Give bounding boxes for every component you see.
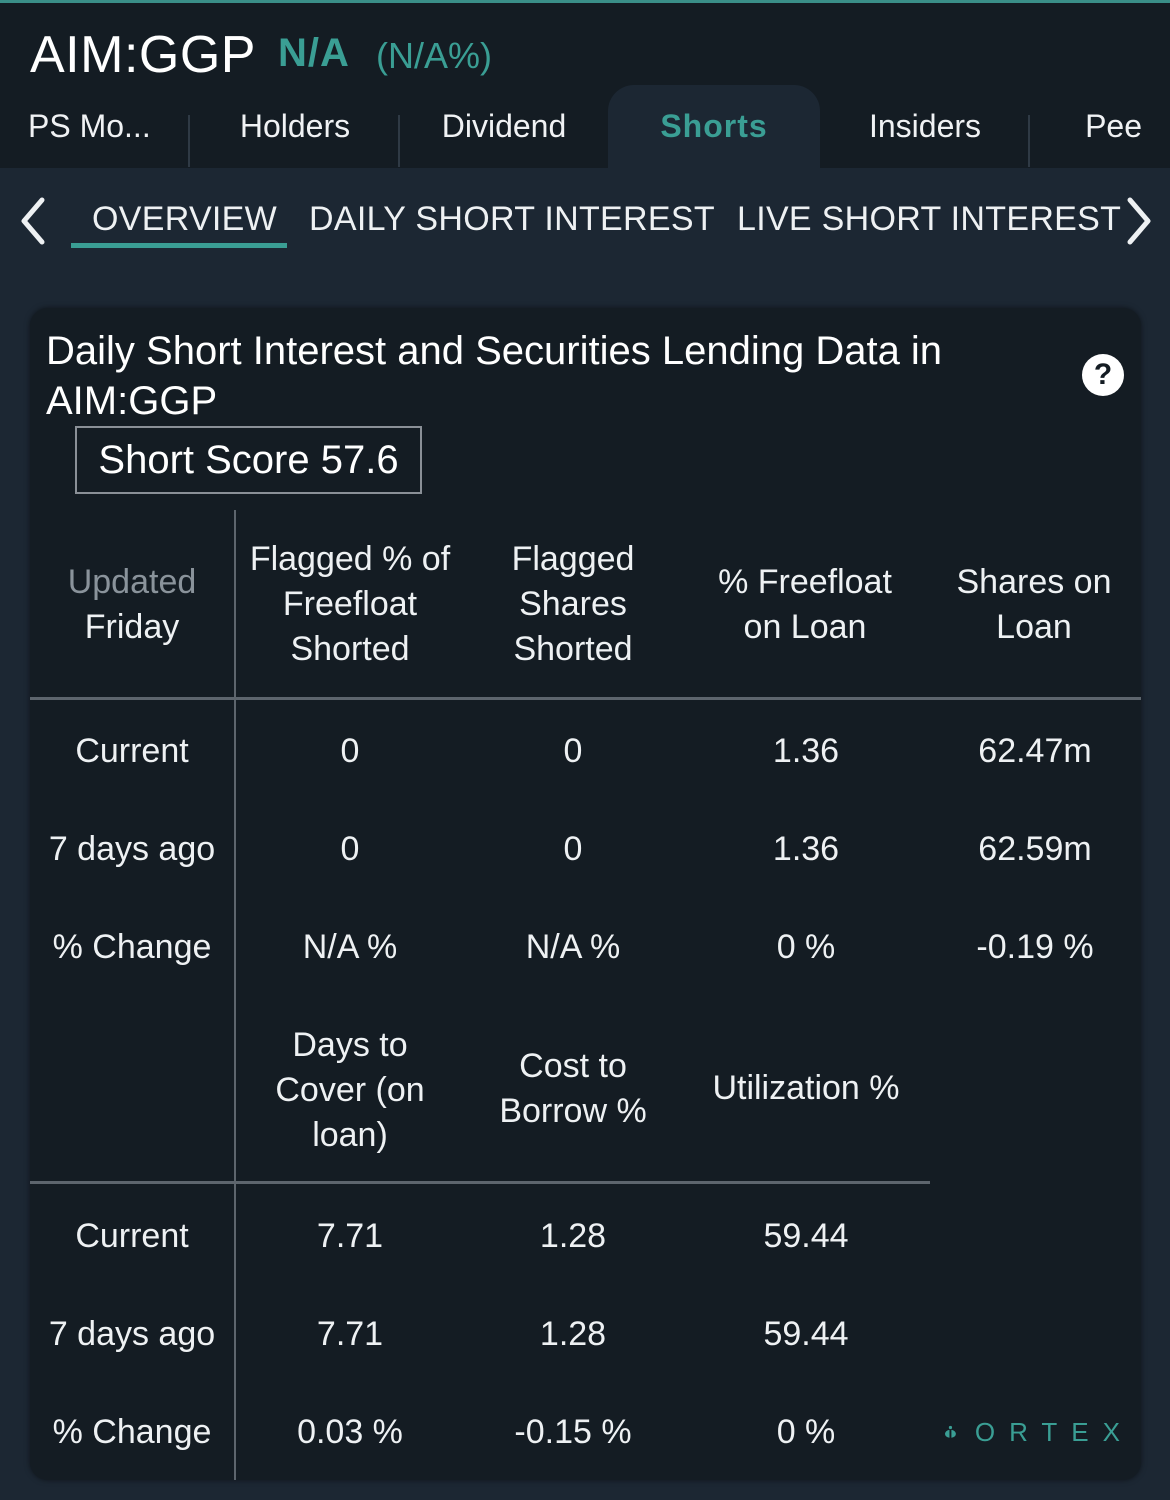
ticker-symbol: AIM:GGP: [30, 26, 256, 84]
table-cell: -0.19 %: [976, 927, 1094, 966]
table-cell: 1.36: [772, 829, 840, 868]
tab-label: Pee: [1085, 108, 1142, 144]
row-label: 7 days ago: [48, 1314, 216, 1353]
row-label: % Change: [52, 1412, 212, 1451]
ortex-logo: ORTEX: [944, 1408, 1134, 1456]
table-cell: 0 %: [776, 1412, 836, 1451]
tab-label: Shorts: [660, 108, 768, 144]
column-header: Flagged Shares Shorted: [511, 539, 635, 668]
updated-day: Friday: [84, 608, 180, 646]
main-tabs: PS Mo... Holders Dividend Shorts Insider…: [0, 85, 1170, 168]
price-value: N/A: [278, 31, 350, 75]
short-score-badge: Short Score 57.6: [75, 426, 422, 494]
table-cell: 0: [340, 829, 360, 868]
table-cell: 7.71: [316, 1216, 384, 1255]
table-cell: 59.44: [763, 1314, 849, 1353]
table-cell: -0.15 %: [514, 1412, 632, 1451]
tab-label: Dividend: [441, 108, 567, 144]
table-divider-horizontal: [30, 1181, 930, 1184]
tab-ps-model[interactable]: PS Mo...: [0, 85, 190, 168]
table-cell: 1.28: [539, 1216, 607, 1255]
row-label: % Change: [52, 927, 212, 966]
subtab-daily-short-interest[interactable]: DAILY SHORT INTEREST: [309, 200, 715, 239]
tab-insiders[interactable]: Insiders: [820, 85, 1030, 168]
app-header: AIM:GGP N/A (N/A%) PS Mo... Holders Divi…: [0, 3, 1170, 168]
tab-label: Holders: [239, 108, 351, 144]
chevron-left-icon[interactable]: [18, 196, 48, 246]
updated-label: Updated: [67, 563, 197, 601]
ortex-logo-icon: [944, 1425, 956, 1438]
column-header: Flagged % of Freefloat Shorted: [249, 539, 451, 668]
card-title: Daily Short Interest and Securities Lend…: [46, 329, 943, 423]
table-cell: 62.59m: [978, 829, 1092, 868]
short-interest-card: Daily Short Interest and Securities Lend…: [30, 308, 1141, 1480]
tab-peers[interactable]: Pee: [1030, 85, 1170, 168]
table-cell: 62.47m: [978, 731, 1092, 770]
row-label: Current: [75, 731, 189, 770]
tab-shorts[interactable]: Shorts: [608, 85, 820, 168]
table-divider-vertical: [234, 510, 236, 1000]
tab-label: Insiders: [868, 108, 982, 144]
row-label: Current: [75, 1216, 189, 1255]
table-cell: 0: [563, 731, 583, 770]
subtab-active-indicator: [71, 243, 287, 248]
row-label: 7 days ago: [48, 829, 216, 868]
table-cell: 0: [340, 731, 360, 770]
tab-dividend[interactable]: Dividend: [400, 85, 608, 168]
table-cell: 59.44: [763, 1216, 849, 1255]
subtab-overview[interactable]: OVERVIEW: [92, 200, 277, 239]
table-cell: N/A %: [302, 927, 398, 966]
table-cell: 0: [563, 829, 583, 868]
column-header: Cost to Borrow %: [499, 1047, 647, 1130]
tab-holders[interactable]: Holders: [190, 85, 400, 168]
tab-label: PS Mo...: [28, 108, 151, 144]
help-icon[interactable]: ?: [1082, 354, 1124, 396]
column-header: Utilization %: [712, 1069, 900, 1107]
table-divider-horizontal: [30, 697, 1141, 700]
table-divider-vertical: [234, 1000, 236, 1480]
table-cell: 0.03 %: [297, 1412, 403, 1451]
ortex-logo-text: ORTEX: [974, 1416, 1134, 1447]
subtab-live-short-interest[interactable]: LIVE SHORT INTEREST: [737, 200, 1121, 239]
table-cell: 1.28: [539, 1314, 607, 1353]
column-header: Days to Cover (on loan): [275, 1025, 425, 1154]
column-header: % Freefloat on Loan: [718, 563, 892, 646]
column-header: Shares on Loan: [956, 563, 1112, 646]
price-change: (N/A%): [376, 35, 492, 76]
table-cell: 7.71: [316, 1314, 384, 1353]
table-cell: 1.36: [772, 731, 840, 770]
table-cell: N/A %: [525, 927, 621, 966]
chevron-right-icon[interactable]: [1124, 196, 1154, 246]
table-cell: 0 %: [776, 927, 836, 966]
